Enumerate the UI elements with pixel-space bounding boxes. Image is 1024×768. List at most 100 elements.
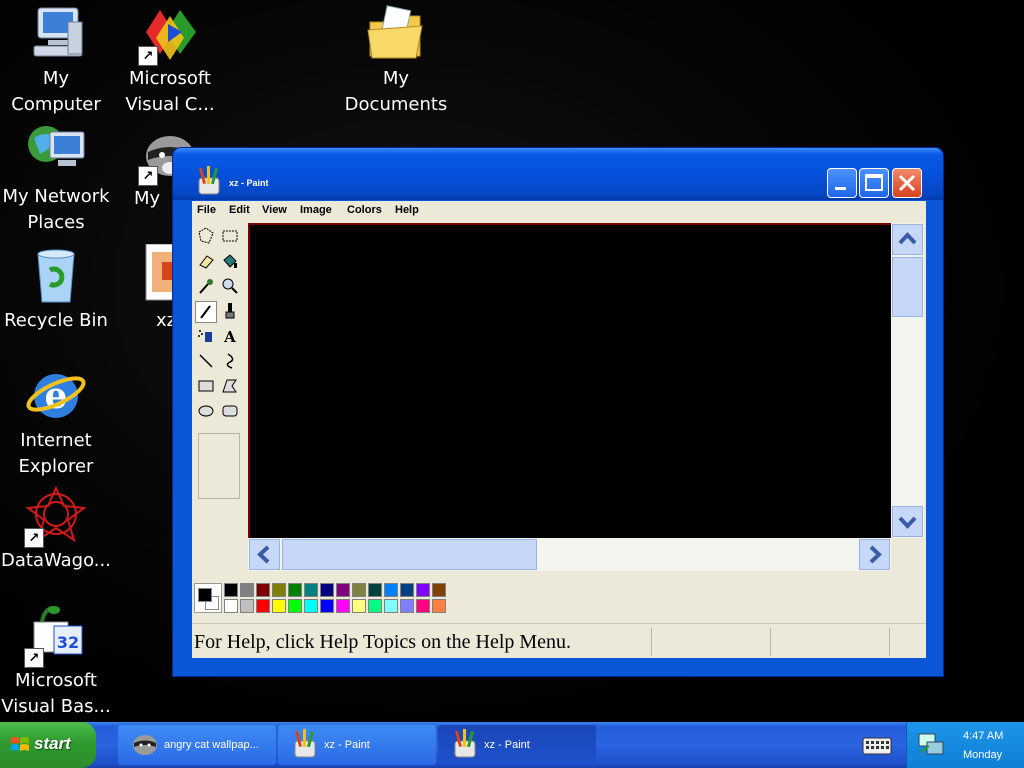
color-swatch[interactable] (304, 583, 318, 597)
curve-icon (226, 353, 234, 369)
color-swatch[interactable] (400, 583, 414, 597)
menu-colors[interactable]: Colors (347, 204, 382, 216)
color-swatch[interactable] (304, 599, 318, 613)
desktop-icon-label: My Computer (11, 68, 101, 115)
status-separator (770, 628, 771, 656)
color-picker-tool[interactable] (195, 276, 217, 298)
brush-tool[interactable] (219, 301, 241, 323)
menu-image[interactable]: Image (300, 204, 332, 216)
task-xz-paint-2[interactable]: xz - Paint (438, 725, 596, 765)
color-swatch[interactable] (256, 599, 270, 613)
line-tool[interactable] (195, 351, 217, 373)
vertical-scrollbar[interactable] (891, 223, 924, 538)
horizontal-scroll-thumb[interactable] (282, 539, 537, 570)
task-xz-paint-1[interactable]: xz - Paint (278, 725, 436, 765)
vertical-scroll-thumb[interactable] (892, 257, 923, 317)
ellipse-tool[interactable] (195, 401, 217, 423)
maximize-button[interactable] (859, 168, 889, 198)
color-swatch[interactable] (224, 599, 238, 613)
airbrush-tool[interactable] (195, 326, 217, 348)
pencil-tool[interactable] (195, 301, 217, 323)
color-swatch[interactable] (384, 583, 398, 597)
text-tool-icon: A (224, 328, 236, 346)
color-swatch[interactable] (320, 583, 334, 597)
desktop-icon-my-network-places[interactable]: My Network Places (0, 120, 112, 236)
desktop-icon-recycle-bin[interactable]: Recycle Bin (0, 244, 112, 334)
color-swatch[interactable] (336, 583, 350, 597)
color-swatch[interactable] (384, 599, 398, 613)
color-swatch[interactable] (400, 599, 414, 613)
clock-time[interactable]: 4:47 AM (963, 730, 1003, 742)
color-swatch[interactable] (240, 583, 254, 597)
magnifier-tool[interactable] (219, 276, 241, 298)
desktop-icon-label: My Documents (344, 68, 448, 115)
desktop-icon-my-computer[interactable]: My Computer (0, 2, 112, 118)
text-tool[interactable]: A (219, 326, 241, 348)
shortcut-arrow-icon: ↗ (24, 528, 44, 548)
desktop-icon-my-documents[interactable]: My Documents (340, 2, 452, 118)
network-tray-icon[interactable] (917, 732, 945, 758)
color-swatch[interactable] (320, 599, 334, 613)
menu-view[interactable]: View (262, 204, 287, 216)
scroll-up-button[interactable] (892, 224, 923, 255)
eraser-icon (199, 255, 214, 269)
color-swatch[interactable] (272, 583, 286, 597)
ellipse-icon (198, 405, 214, 417)
desktop-icon-visual-c[interactable]: ↗ Microsoft Visual C... (114, 2, 226, 118)
color-swatch[interactable] (288, 599, 302, 613)
menu-file[interactable]: File (197, 204, 216, 216)
drawing-canvas[interactable] (248, 223, 891, 538)
color-swatch[interactable] (288, 583, 302, 597)
polygon-tool[interactable] (219, 376, 241, 398)
color-swatch[interactable] (368, 583, 382, 597)
desktop-icon-label: Microsoft Visual Bas... (1, 670, 111, 717)
horizontal-scrollbar[interactable] (248, 538, 891, 571)
rect-select-icon (222, 230, 238, 242)
color-swatch[interactable] (352, 599, 366, 613)
pencil-icon (200, 305, 211, 319)
desktop-icon-datawagon[interactable]: ↗ DataWago... (0, 484, 112, 574)
rectangle-tool[interactable] (195, 376, 217, 398)
close-button[interactable] (892, 168, 922, 198)
current-colors-box[interactable] (194, 583, 222, 613)
chevron-up-icon (898, 232, 917, 245)
task-angry-cat[interactable]: angry cat wallpap... (118, 725, 276, 765)
tool-options-box[interactable] (198, 433, 240, 499)
desktop-icon-internet-explorer[interactable]: e Internet Explorer (0, 364, 112, 480)
desktop-icon-visual-basic[interactable]: 32 ↗ Microsoft Visual Bas... (0, 604, 112, 720)
color-swatch[interactable] (272, 599, 286, 613)
start-button[interactable]: start (0, 722, 96, 768)
rect-select-tool[interactable] (219, 226, 241, 248)
menu-help[interactable]: Help (395, 204, 419, 216)
color-swatch[interactable] (368, 599, 382, 613)
color-swatch[interactable] (336, 599, 350, 613)
polygon-icon (222, 379, 237, 393)
brush-icon (225, 303, 235, 319)
line-icon (199, 354, 213, 368)
title-bar[interactable]: xz - Paint (173, 148, 943, 200)
color-swatch[interactable] (432, 583, 446, 597)
eraser-tool[interactable] (195, 251, 217, 273)
chevron-left-icon (257, 545, 270, 564)
fill-tool[interactable] (219, 251, 241, 273)
toolbox: A (192, 223, 246, 571)
taskbar: start angry cat wallpap... xz - Paint xz… (0, 722, 1024, 768)
minimize-button[interactable] (827, 168, 857, 198)
keyboard-icon[interactable] (862, 734, 892, 756)
color-swatch[interactable] (352, 583, 366, 597)
scroll-down-button[interactable] (892, 506, 923, 537)
color-swatch[interactable] (416, 583, 430, 597)
menu-edit[interactable]: Edit (229, 204, 250, 216)
curve-tool[interactable] (219, 351, 241, 373)
color-swatch[interactable] (224, 583, 238, 597)
color-swatch[interactable] (256, 583, 270, 597)
free-select-tool[interactable] (195, 226, 217, 248)
scroll-left-button[interactable] (249, 539, 280, 570)
color-swatch[interactable] (416, 599, 430, 613)
color-swatch[interactable] (432, 599, 446, 613)
status-separator (651, 628, 652, 656)
start-label: start (34, 734, 71, 753)
color-swatch[interactable] (240, 599, 254, 613)
rounded-rect-tool[interactable] (219, 401, 241, 423)
scroll-right-button[interactable] (859, 539, 890, 570)
